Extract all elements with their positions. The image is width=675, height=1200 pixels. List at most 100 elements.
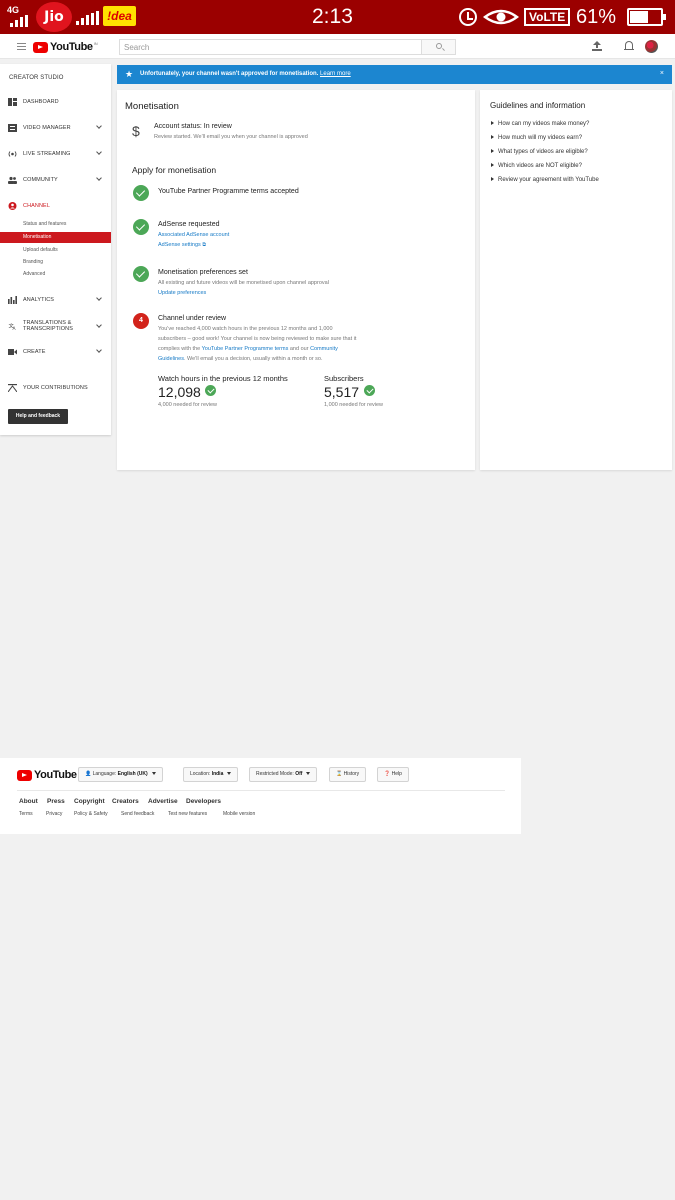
sidebar-item-video-manager[interactable]: VIDEO MANAGER [0,120,111,136]
play-logo-icon [33,41,48,53]
battery-fill [630,11,649,23]
footer-link-about[interactable]: About [19,798,38,805]
guideline-link[interactable]: How can my videos make money? [491,121,589,127]
caret-down-icon [151,772,156,776]
location-button[interactable]: Location: India [183,767,239,782]
close-icon[interactable]: × [660,70,664,77]
footer-divider [17,790,505,791]
alarm-icon [459,8,477,26]
apply-title: Apply for monetisation [132,165,217,175]
footer-link-test-features[interactable]: Test new features [168,811,207,817]
sidebar-subitem-upload-defaults[interactable]: Upload defaults [0,245,111,256]
footer-link-copyright[interactable]: Copyright [74,798,105,805]
watch-hours-value: 12,098 [158,384,201,400]
check-icon [133,185,149,201]
subscribers-label: Subscribers [324,374,364,383]
sidebar-item-your-contributions[interactable]: YOUR CONTRIBUTIONS [0,380,111,396]
step-adsense-title: AdSense requested [158,221,220,228]
youtube-logo[interactable]: YouTube IN [33,41,98,53]
step-review-title: Channel under review [158,315,227,322]
guideline-link[interactable]: How much will my videos earn? [491,135,582,141]
video-manager-icon [8,124,17,132]
bell-icon[interactable] [624,41,634,50]
location-label: Location: [190,771,211,777]
banner-text: Unfortunately, your channel wasn't appro… [140,71,319,77]
footer-link-mobile-version[interactable]: Mobile version [223,811,255,817]
account-status: Account status: In review [154,123,232,130]
help-button[interactable]: ❓ Help [377,767,409,782]
sidebar-item-live-streaming[interactable]: LIVE STREAMING [0,146,111,162]
top-bar: YouTube IN Search [0,34,675,59]
watch-hours-label: Watch hours in the previous 12 months [158,374,288,383]
sidebar-item-dashboard[interactable]: DASHBOARD [0,94,111,110]
community-guidelines-link[interactable]: Community [310,346,338,352]
footer-link-terms[interactable]: Terms [19,811,33,817]
page-title: Monetisation [125,101,179,112]
chevron-down-icon [96,149,102,155]
analytics-icon [8,296,17,304]
history-label: History [343,771,360,777]
footer-link-send-feedback[interactable]: Send feedback [121,811,154,817]
sidebar-item-analytics[interactable]: ANALYTICS [0,292,111,308]
check-icon [133,219,149,235]
sidebar-item-translations[interactable]: 文A TRANSLATIONS & TRANSCRIPTIONS [0,317,111,337]
footer-link-policy-safety[interactable]: Policy & Safety [74,811,108,817]
battery-icon [627,8,666,26]
play-logo-icon [17,769,32,781]
review-desc-text: and our [288,346,311,352]
footer: YouTube 👤 Language: English (UK) Locatio… [0,758,521,834]
sidebar-item-label: VIDEO MANAGER [23,125,71,131]
help-feedback-button[interactable]: Help and feedback [8,409,68,424]
avatar[interactable] [645,40,658,53]
dashboard-icon [8,98,17,106]
adsense-settings-label: AdSense settings [158,242,201,248]
sidebar-item-label: COMMUNITY [23,177,58,183]
eye-icon [483,9,519,25]
live-streaming-icon [8,151,17,157]
signal-icon [10,15,32,27]
update-preferences-link[interactable]: Update preferences [158,290,206,296]
sidebar-item-channel[interactable]: CHANNEL [0,198,111,214]
search-button[interactable] [422,39,456,55]
sidebar-item-label: YOUR CONTRIBUTIONS [23,385,88,391]
sidebar-subitem-monetisation[interactable]: Monetisation [0,232,111,243]
sidebar-item-label: DASHBOARD [23,99,59,105]
signal-icon-2 [76,11,100,25]
svg-text:A: A [13,326,16,330]
step-number-badge: 4 [133,313,149,329]
partner-terms-link[interactable]: YouTube Partner Programme terms [202,346,289,352]
review-desc-line: subscribers – good work! Your channel is… [158,336,357,342]
sidebar: CREATOR STUDIO DASHBOARD VIDEO MANAGER L… [0,64,111,435]
footer-link-creators[interactable]: Creators [112,798,139,805]
translate-icon: 文A [9,322,16,330]
star-icon: ★ [125,69,134,79]
language-button[interactable]: 👤 Language: English (UK) [78,767,163,782]
guideline-link[interactable]: Review your agreement with YouTube [491,177,599,183]
footer-link-developers[interactable]: Developers [186,798,221,805]
subscribers-value: 5,517 [324,384,360,400]
learn-more-link[interactable]: Learn more [320,71,351,77]
sidebar-subitem-advanced[interactable]: Advanced [0,269,111,280]
menu-icon[interactable] [17,43,26,50]
sidebar-item-community[interactable]: COMMUNITY [0,172,111,188]
adsense-settings-link[interactable]: AdSense settings ⧉ [158,242,206,248]
step-terms-title: YouTube Partner Programme terms accepted [158,188,299,195]
community-icon [8,176,17,184]
restricted-mode-button[interactable]: Restricted Mode: Off [249,767,318,782]
sidebar-subitem-branding[interactable]: Branding [0,257,111,268]
language-value: English (UK) [117,771,148,777]
guideline-link[interactable]: What types of videos are eligible? [491,149,588,155]
footer-link-advertise[interactable]: Advertise [148,798,178,805]
sidebar-item-label: CHANNEL [23,203,50,209]
sidebar-item-create[interactable]: CREATE [0,344,111,360]
footer-link-press[interactable]: Press [47,798,65,805]
guideline-link[interactable]: Which videos are NOT eligible? [491,163,582,169]
footer-youtube-logo[interactable]: YouTube [17,769,77,781]
community-guidelines-link-2[interactable]: Guidelines [158,356,184,362]
sidebar-subitem-status-features[interactable]: Status and features [0,219,111,230]
history-button[interactable]: ⌛ History [329,767,367,782]
search-input[interactable]: Search [119,39,422,55]
sidebar-item-label: LIVE STREAMING [23,151,71,157]
footer-link-privacy[interactable]: Privacy [46,811,62,817]
associated-adsense-link[interactable]: Associated AdSense account [158,232,229,238]
